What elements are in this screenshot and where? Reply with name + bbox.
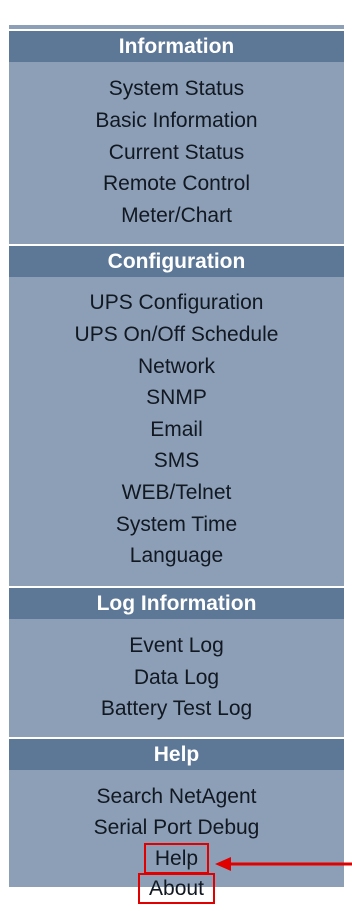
- menu-item-battery-test-log[interactable]: Battery Test Log: [9, 693, 344, 725]
- menu-item-meter-chart[interactable]: Meter/Chart: [9, 200, 344, 232]
- menu-item-label: Data Log: [133, 666, 220, 689]
- menu-item-current-status[interactable]: Current Status: [9, 137, 344, 169]
- section-header-help: Help: [9, 737, 344, 770]
- menu-item-email[interactable]: Email: [9, 414, 344, 446]
- menu-item-label: Email: [150, 418, 203, 441]
- menu-item-label: Remote Control: [102, 172, 251, 195]
- menu-item-label: Current Status: [108, 141, 245, 164]
- menu-item-serial-port-debug[interactable]: Serial Port Debug: [9, 812, 344, 844]
- menu-item-network[interactable]: Network: [9, 351, 344, 383]
- navigation-menu: Information System Status Basic Informat…: [9, 25, 344, 904]
- menu-item-label: Meter/Chart: [121, 204, 232, 227]
- menu-item-label: UPS Configuration: [89, 291, 264, 314]
- menu-item-label: Serial Port Debug: [93, 816, 260, 839]
- menu-item-ups-configuration[interactable]: UPS Configuration: [9, 287, 344, 319]
- menu-item-label: SNMP: [146, 386, 207, 409]
- menu-item-web-telnet[interactable]: WEB/Telnet: [9, 477, 344, 509]
- menu-item-snmp[interactable]: SNMP: [9, 382, 344, 414]
- menu-item-sms[interactable]: SMS: [9, 445, 344, 477]
- menu-item-data-log[interactable]: Data Log: [9, 662, 344, 694]
- menu-item-ups-onoff-schedule[interactable]: UPS On/Off Schedule: [9, 319, 344, 351]
- menu-item-search-netagent[interactable]: Search NetAgent: [9, 781, 344, 813]
- menu-item-system-time[interactable]: System Time: [9, 509, 344, 541]
- menu-item-label: UPS On/Off Schedule: [74, 323, 279, 346]
- menu-item-event-log[interactable]: Event Log: [9, 630, 344, 662]
- menu-item-remote-control[interactable]: Remote Control: [9, 168, 344, 200]
- section-header-information: Information: [9, 29, 344, 62]
- menu-item-label: Help: [143, 843, 210, 874]
- menu-item-label: SMS: [153, 449, 200, 472]
- menu-item-system-status[interactable]: System Status: [9, 73, 344, 105]
- section-header-log-information: Log Information: [9, 586, 344, 619]
- menu-item-label: System Time: [115, 513, 238, 536]
- menu-item-label: WEB/Telnet: [121, 481, 232, 504]
- menu-item-language[interactable]: Language: [9, 540, 344, 572]
- menu-item-label: About: [138, 873, 215, 904]
- menu-item-label: Search NetAgent: [96, 785, 257, 808]
- left-arrow-icon: [215, 857, 352, 871]
- menu-item-label: Language: [129, 544, 224, 567]
- menu-item-label: System Status: [108, 77, 245, 100]
- menu-item-label: Event Log: [129, 634, 224, 657]
- menu-item-label: Network: [137, 355, 216, 378]
- menu-item-label: Basic Information: [95, 109, 258, 132]
- menu-item-basic-information[interactable]: Basic Information: [9, 105, 344, 137]
- menu-item-about[interactable]: About: [9, 873, 344, 905]
- menu-item-label: Battery Test Log: [100, 697, 253, 720]
- section-header-configuration: Configuration: [9, 244, 344, 277]
